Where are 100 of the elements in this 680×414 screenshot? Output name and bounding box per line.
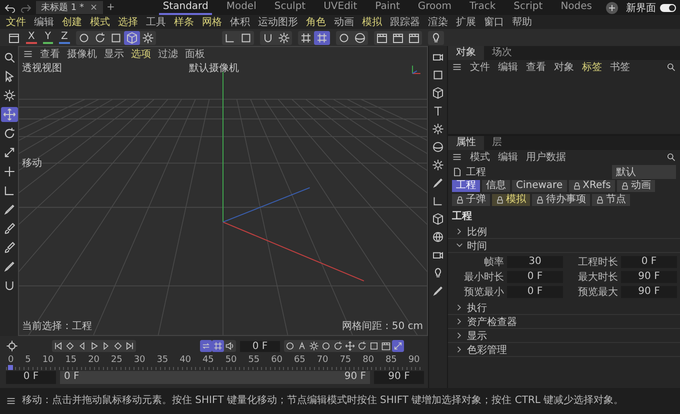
group-header[interactable]: 比例 (448, 225, 680, 239)
transport-button[interactable] (52, 340, 64, 352)
tab-button[interactable]: Cineware (512, 180, 567, 192)
tab-button[interactable]: 动画 (616, 180, 655, 192)
object-tool-button[interactable] (430, 140, 446, 154)
close-tab-button[interactable]: × (90, 2, 98, 12)
redo-icon[interactable] (20, 2, 32, 14)
menu-item[interactable]: 运动图形 (258, 15, 298, 29)
tab-button[interactable]: 信息 (482, 180, 510, 192)
panel-tab[interactable]: 层 (484, 136, 510, 150)
value-field[interactable]: 30 (507, 256, 563, 268)
playback-mode-button[interactable] (200, 340, 212, 352)
tab-button[interactable]: 子弹 (452, 194, 490, 206)
menu-item[interactable]: 编辑 (498, 150, 518, 164)
current-frame-field[interactable]: 0 F (240, 340, 280, 352)
menu-item[interactable]: 摄像机 (67, 46, 97, 60)
tab-button[interactable]: XRefs (568, 180, 615, 192)
toggle-switch[interactable] (660, 4, 676, 12)
menu-item[interactable]: 查看 (40, 46, 60, 60)
keyframe-button[interactable] (284, 340, 296, 352)
value-field[interactable]: 90 F (621, 271, 677, 283)
keyframe-button[interactable] (380, 340, 392, 352)
value-field[interactable]: 0 F (507, 271, 563, 283)
range-field[interactable]: 90 F (374, 371, 424, 384)
plus-icon[interactable] (606, 2, 618, 14)
layout-tab[interactable]: UVEdit (320, 0, 362, 13)
menu-item[interactable]: 帮助 (512, 15, 532, 29)
transport-button[interactable] (64, 340, 76, 352)
layout-tab[interactable]: Track (466, 0, 500, 13)
panel-tab[interactable]: 场次 (484, 46, 520, 60)
group-header[interactable]: 时间 (448, 239, 680, 253)
axis-lock-button[interactable]: Y (42, 31, 53, 44)
group-header[interactable]: 显示 (448, 329, 680, 343)
menu-icon[interactable] (452, 62, 462, 72)
menu-item[interactable]: 动画 (334, 15, 354, 29)
range-field[interactable]: 0 F (6, 371, 56, 384)
menu-item[interactable]: 用户数据 (526, 150, 566, 164)
group-header[interactable]: 执行 (448, 301, 680, 315)
menu-item[interactable]: 模式 (90, 15, 110, 29)
menu-item[interactable]: 选项 (131, 46, 151, 60)
object-tool-button[interactable] (430, 230, 446, 244)
menu-item[interactable]: 编辑 (498, 60, 518, 74)
menu-item[interactable]: 文件 (6, 15, 26, 29)
playback-mode-button[interactable] (224, 340, 236, 352)
new-tab-button[interactable]: + (106, 2, 115, 13)
menu-item[interactable]: 渲染 (428, 15, 448, 29)
value-field[interactable]: 0 F (621, 256, 677, 268)
layout-tab[interactable]: Nodes (556, 0, 596, 13)
keyframe-button[interactable] (344, 340, 356, 352)
keyframe-button[interactable] (356, 340, 368, 352)
viewport[interactable]: 查看 摄像机 显示 选项 过滤 面板 透视视图 默认摄像机 移动 当前选择：工程 网格间距 : 50 cm (18, 46, 428, 336)
preset-dropdown[interactable]: 默认 (612, 164, 676, 178)
menu-item[interactable]: 面板 (185, 46, 205, 60)
axis-lock-button[interactable]: Z (58, 31, 70, 44)
value-field[interactable]: 0 F (507, 286, 563, 298)
layout-tab[interactable]: Sculpt (270, 0, 310, 13)
object-tool-button[interactable] (430, 86, 446, 100)
menu-icon[interactable] (452, 152, 462, 162)
clapper-icon[interactable] (8, 32, 20, 44)
layout-tab[interactable]: Script (510, 0, 547, 13)
keyframe-button[interactable] (392, 340, 404, 352)
value-field[interactable]: 90 F (621, 286, 677, 298)
layout-tab[interactable]: Model (222, 0, 260, 13)
tool-button[interactable] (0, 107, 18, 122)
playhead-handle[interactable] (8, 365, 13, 370)
menu-item[interactable]: 文件 (470, 60, 490, 74)
menu-item[interactable]: 体积 (230, 15, 250, 29)
menu-item[interactable]: 创建 (62, 15, 82, 29)
undo-icon[interactable] (4, 2, 16, 14)
layout-tab[interactable]: Paint (371, 0, 404, 13)
search-icon[interactable] (666, 62, 676, 72)
document-tab[interactable]: 未标题 1 * × (36, 1, 102, 14)
object-tool-button[interactable] (430, 122, 446, 136)
object-tool-button[interactable] (430, 212, 446, 226)
menu-item[interactable]: 查看 (526, 60, 546, 74)
menu-item[interactable]: 扩展 (456, 15, 476, 29)
tab-button[interactable]: 待办事项 (532, 194, 590, 206)
menu-icon[interactable] (6, 396, 16, 406)
menu-item[interactable]: 过滤 (158, 46, 178, 60)
axis-lock-button[interactable]: X (26, 31, 37, 44)
layout-tab[interactable]: Groom (414, 0, 456, 13)
group-header[interactable]: 资产检查器 (448, 315, 680, 329)
menu-item[interactable]: 样条 (174, 15, 194, 29)
target-icon[interactable] (6, 340, 18, 352)
menu-item[interactable]: 工具 (146, 15, 166, 29)
tab-button[interactable]: 工程 (452, 180, 480, 192)
tab-button[interactable]: 模拟 (492, 194, 530, 206)
group-header[interactable]: 色彩管理 (448, 343, 680, 357)
menu-item[interactable]: 窗口 (484, 15, 504, 29)
panel-tab[interactable]: 对象 (448, 46, 484, 60)
menu-item[interactable]: 对象 (554, 60, 574, 74)
toolbar-button[interactable] (314, 30, 330, 44)
range-slider[interactable]: 0 F 90 F (60, 371, 370, 384)
menu-item[interactable]: 显示 (104, 46, 124, 60)
menu-item[interactable]: 模拟 (362, 15, 382, 29)
transport-button[interactable] (112, 340, 124, 352)
keyframe-button[interactable] (332, 340, 344, 352)
menu-item[interactable]: 标签 (582, 60, 602, 74)
keyframe-button[interactable] (296, 340, 308, 352)
search-icon[interactable] (666, 152, 676, 162)
